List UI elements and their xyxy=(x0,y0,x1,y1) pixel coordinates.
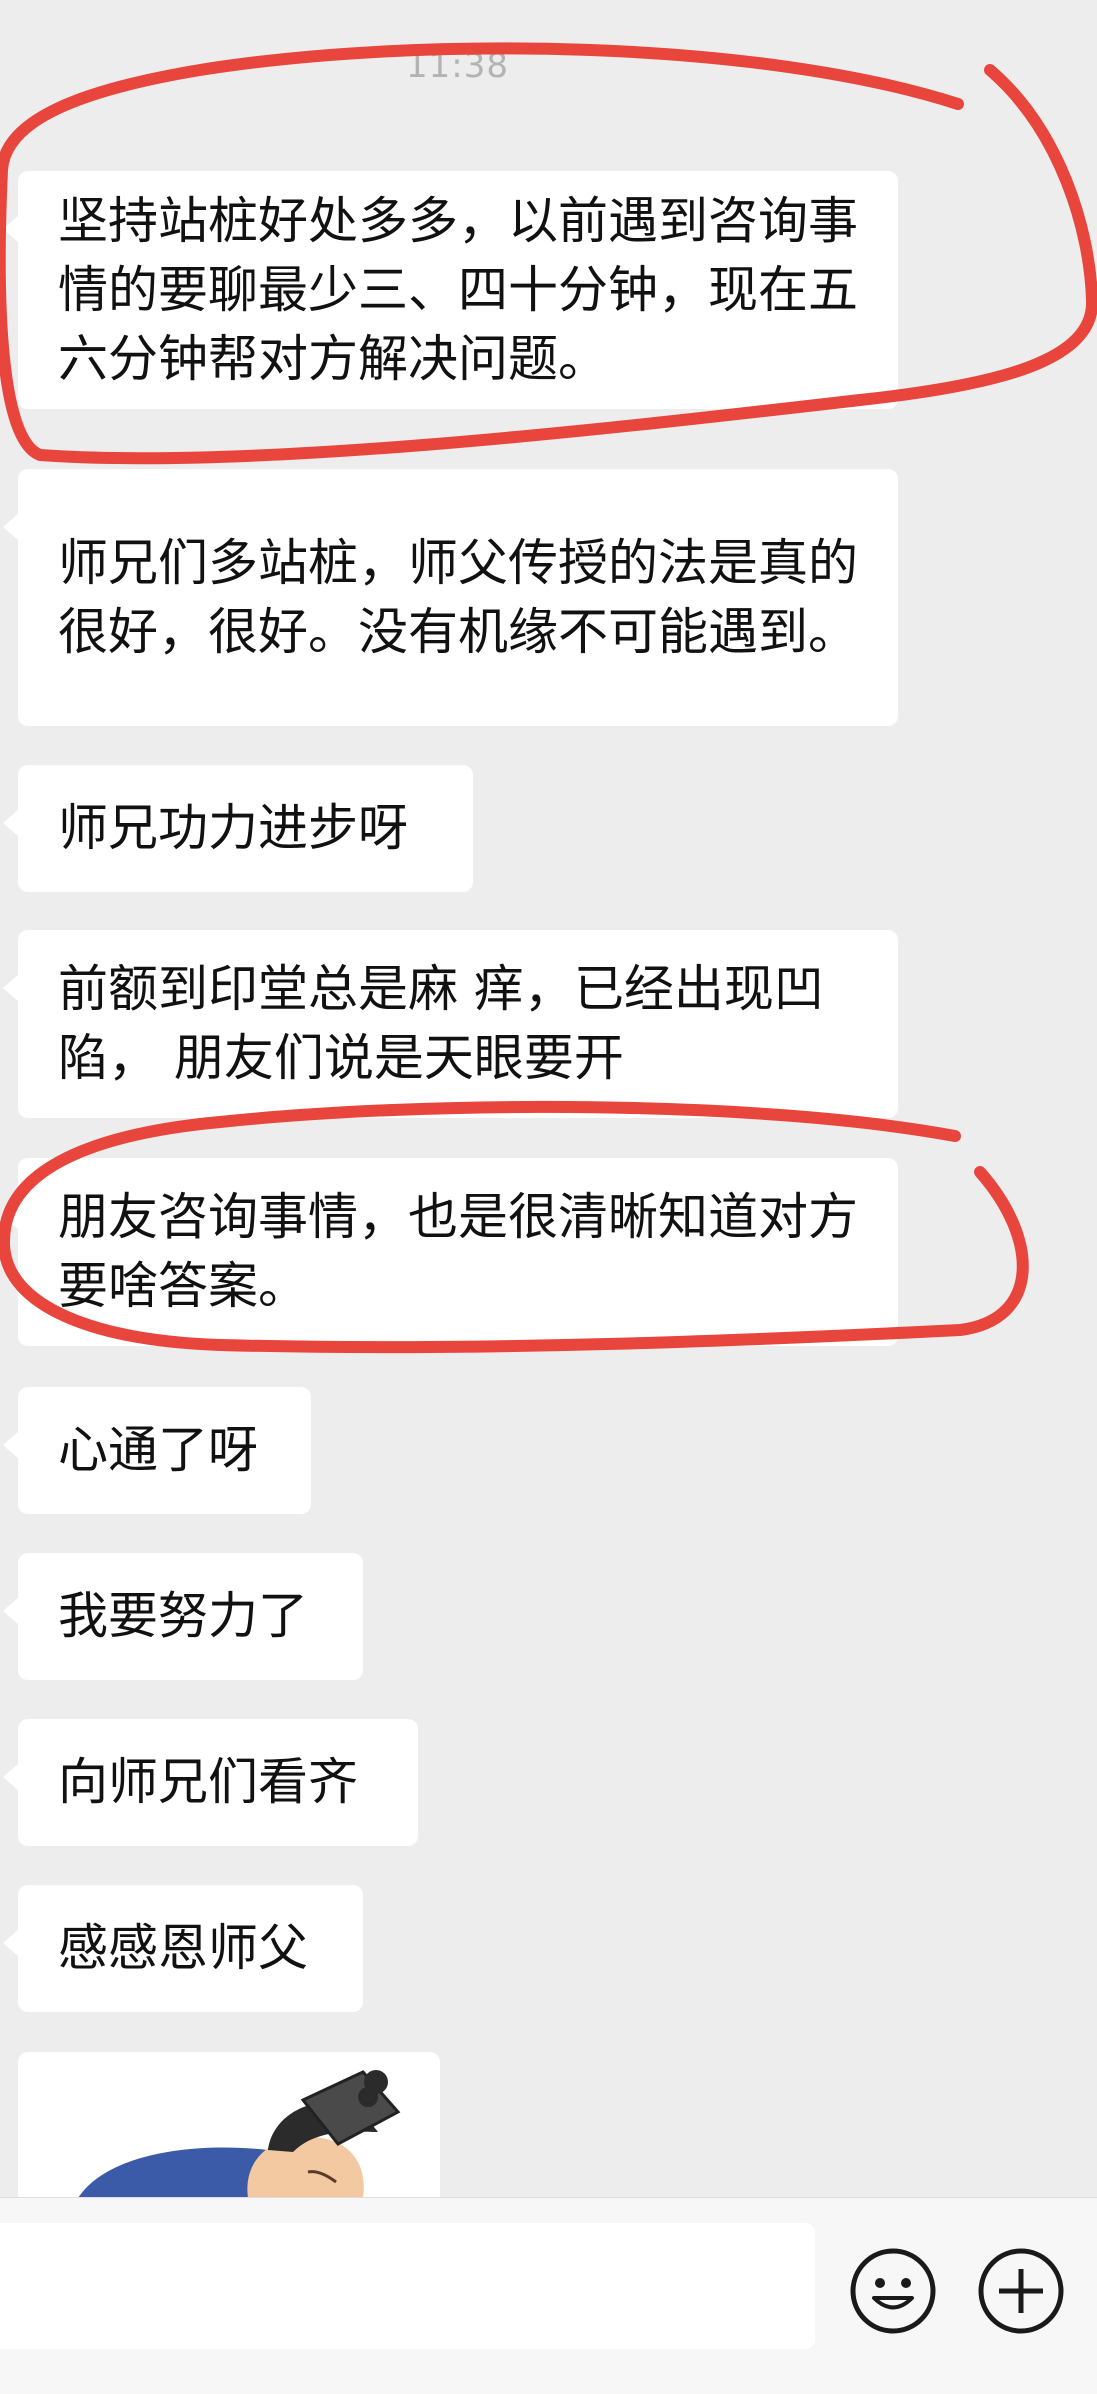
smiley-face-icon[interactable] xyxy=(849,2247,937,2335)
message-text: 向师兄们看齐 xyxy=(58,1753,358,1811)
message-bubble[interactable]: 师兄们多站桩，师父传授的法是真的很好，很好。没有机缘不可能遇到。 xyxy=(3,469,898,726)
plus-circle-icon[interactable] xyxy=(977,2247,1065,2335)
message-bubble[interactable]: 坚持站桩好处多多，以前遇到咨询事情的要聊最少三、四十分钟，现在五六分钟帮对方解决… xyxy=(3,171,898,409)
sticker-image[interactable] xyxy=(18,2052,440,2198)
message-text: 师兄们多站桩，师父传授的法是真的很好，很好。没有机缘不可能遇到。 xyxy=(58,533,858,661)
message-text: 前额到印堂总是麻 痒，已经出现凹陷， 朋友们说是天眼要开 xyxy=(58,960,824,1087)
message-text: 感感恩师父 xyxy=(58,1919,308,1977)
message-text: 师兄功力进步呀 xyxy=(58,799,408,857)
chat-input-bar xyxy=(0,2197,1097,2394)
message-bubble[interactable]: 向师兄们看齐 xyxy=(3,1719,418,1846)
message-text: 心通了呀 xyxy=(58,1421,258,1479)
message-text: 坚持站桩好处多多，以前遇到咨询事情的要聊最少三、四十分钟，现在五六分钟帮对方解决… xyxy=(58,191,858,388)
message-bubble[interactable]: 心通了呀 xyxy=(3,1387,311,1514)
message-bubble[interactable]: 朋友咨询事情，也是很清晰知道对方要啥答案。 xyxy=(3,1158,898,1346)
message-text: 我要努力了 xyxy=(58,1587,308,1645)
message-bubble[interactable]: 感感恩师父 xyxy=(3,1885,363,2012)
timestamp-separator: 11:38 xyxy=(406,46,509,86)
bowing-figure-sticker-icon xyxy=(78,2070,401,2198)
message-bubble[interactable]: 前额到印堂总是麻 痒，已经出现凹陷， 朋友们说是天眼要开 xyxy=(3,930,898,1118)
message-bubble[interactable]: 我要努力了 xyxy=(3,1553,363,1680)
message-text: 朋友咨询事情，也是很清晰知道对方要啥答案。 xyxy=(58,1188,858,1315)
message-input[interactable] xyxy=(0,2223,815,2349)
message-bubble[interactable]: 师兄功力进步呀 xyxy=(3,765,473,892)
